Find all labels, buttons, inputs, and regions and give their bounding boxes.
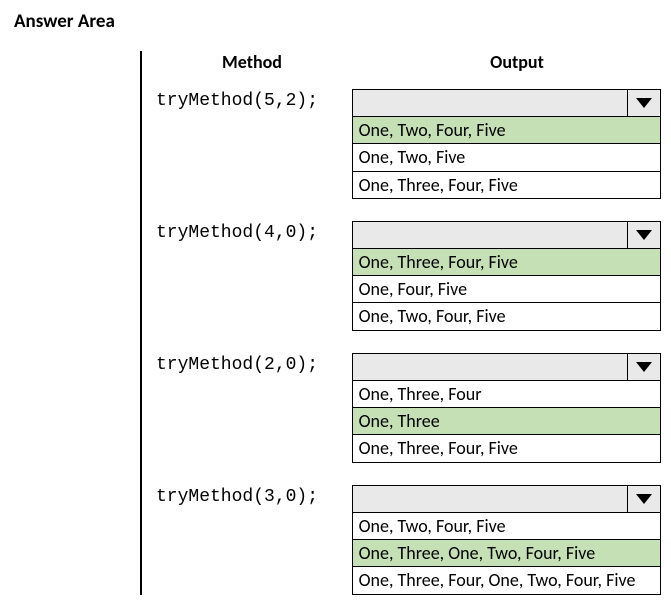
dropdown-option[interactable]: One, Two, Four, Five (353, 303, 660, 329)
question-row: tryMethod(5,2); One, Two, Four, Five One… (142, 89, 661, 199)
dropdown[interactable] (352, 221, 661, 249)
dropdown-display (353, 90, 628, 116)
method-call: tryMethod(2,0); (142, 353, 352, 463)
question-row: tryMethod(3,0); One, Two, Four, Five One… (142, 485, 661, 595)
dropdown[interactable] (352, 353, 661, 381)
dropdown-options: One, Two, Four, Five One, Two, Five One,… (352, 117, 661, 199)
dropdown-option[interactable]: One, Three, Four, Five (353, 435, 660, 461)
output-cell: One, Three, Four One, Three One, Three, … (352, 353, 661, 463)
dropdown-arrow-button[interactable] (628, 354, 660, 380)
dropdown-option[interactable]: One, Two, Four, Five (353, 513, 660, 540)
dropdown-display (353, 354, 628, 380)
dropdown[interactable] (352, 485, 661, 513)
dropdown-arrow-button[interactable] (628, 222, 660, 248)
chevron-down-icon (636, 494, 652, 504)
method-call: tryMethod(3,0); (142, 485, 352, 595)
page-title: Answer Area (10, 10, 661, 33)
dropdown[interactable] (352, 89, 661, 117)
dropdown-display (353, 486, 628, 512)
method-header: Method (142, 51, 352, 73)
dropdown-option[interactable]: One, Three, Four (353, 381, 660, 408)
dropdown-options: One, Three, Four, Five One, Four, Five O… (352, 249, 661, 331)
chevron-down-icon (636, 230, 652, 240)
output-cell: One, Two, Four, Five One, Three, One, Tw… (352, 485, 661, 595)
dropdown-option[interactable]: One, Three, Four, Five (353, 249, 660, 276)
output-cell: One, Two, Four, Five One, Two, Five One,… (352, 89, 661, 199)
dropdown-arrow-button[interactable] (628, 486, 660, 512)
dropdown-option[interactable]: One, Three, One, Two, Four, Five (353, 540, 660, 567)
method-call: tryMethod(4,0); (142, 221, 352, 331)
method-call: tryMethod(5,2); (142, 89, 352, 199)
dropdown-options: One, Three, Four One, Three One, Three, … (352, 381, 661, 463)
dropdown-option[interactable]: One, Three, Four, Five (353, 172, 660, 198)
column-headers: Method Output (142, 51, 661, 73)
chevron-down-icon (636, 362, 652, 372)
dropdown-option[interactable]: One, Four, Five (353, 276, 660, 303)
question-row: tryMethod(2,0); One, Three, Four One, Th… (142, 353, 661, 463)
dropdown-option[interactable]: One, Three, Four, One, Two, Four, Five (353, 567, 660, 593)
dropdown-options: One, Two, Four, Five One, Three, One, Tw… (352, 513, 661, 595)
answer-area: Method Output tryMethod(5,2); One, Two, … (140, 51, 661, 595)
chevron-down-icon (636, 98, 652, 108)
dropdown-option[interactable]: One, Two, Four, Five (353, 117, 660, 144)
question-row: tryMethod(4,0); One, Three, Four, Five O… (142, 221, 661, 331)
dropdown-display (353, 222, 628, 248)
dropdown-option[interactable]: One, Three (353, 408, 660, 435)
output-cell: One, Three, Four, Five One, Four, Five O… (352, 221, 661, 331)
dropdown-arrow-button[interactable] (628, 90, 660, 116)
dropdown-option[interactable]: One, Two, Five (353, 144, 660, 171)
output-header: Output (352, 51, 642, 73)
